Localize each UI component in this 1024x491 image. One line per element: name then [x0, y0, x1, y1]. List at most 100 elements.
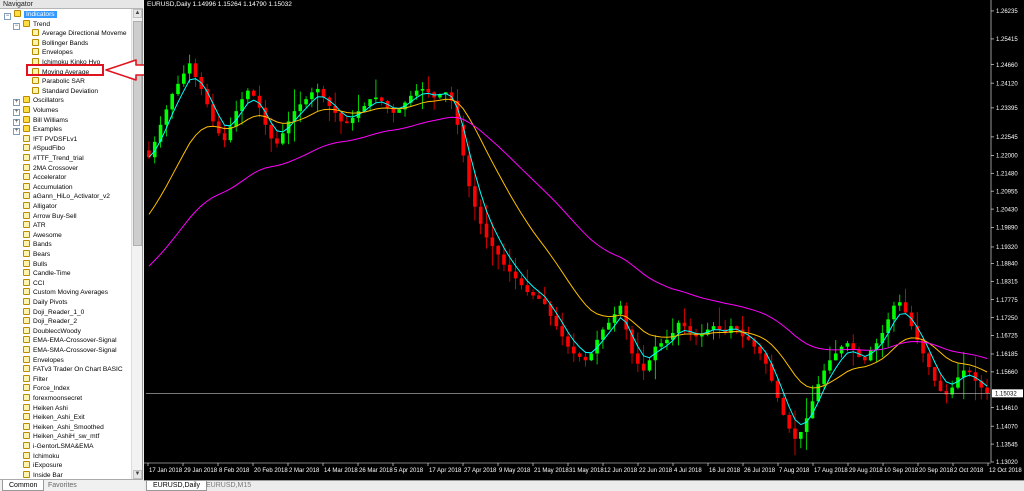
tree-item[interactable]: Envelopes [23, 355, 64, 366]
tree-item[interactable]: Filter [23, 374, 48, 385]
price-tick-label: 1.21480 [996, 171, 1018, 177]
tree-item[interactable]: + Volumes [13, 106, 58, 116]
tree-item[interactable]: Awesome [23, 230, 62, 241]
collapse-icon[interactable]: − [13, 22, 20, 30]
ma-fast-line [148, 78, 988, 426]
time-tick-label: 26 Jul 2018 [744, 468, 776, 474]
indicator-icon [23, 317, 30, 325]
price-tick-label: 1.26235 [996, 9, 1018, 15]
tree-item[interactable]: Heiken_Ashi_Exit [23, 413, 85, 423]
price-tick-label: 1.24120 [996, 81, 1018, 87]
expand-icon[interactable]: + [13, 128, 20, 136]
tree-item[interactable]: EMA-SMA-Crossover-Signal [23, 346, 117, 356]
indicator-icon [23, 470, 30, 478]
folder-icon [23, 106, 30, 113]
tree-item[interactable]: + Bill Williams [13, 115, 68, 126]
folder-icon [23, 125, 30, 133]
tree-item[interactable]: !FT PVDSFLv1 [23, 134, 77, 145]
tree-item[interactable]: Bands [23, 240, 52, 250]
candle [298, 104, 303, 112]
tree-item-label: Ichimoku [33, 452, 60, 460]
tree-item[interactable]: Heiken_AshiH_sw_mtf [23, 432, 99, 442]
tree-item[interactable]: 2MA Crossover [23, 163, 78, 174]
tree-item[interactable]: CCI [23, 278, 44, 289]
tree-item[interactable]: Arrow Buy-Sell [23, 211, 77, 222]
candle [618, 305, 623, 315]
scroll-up-arrow-icon[interactable]: ▲ [133, 9, 142, 18]
tree-item-label: ATR [33, 222, 46, 230]
tree-item[interactable]: Custom Moving Averages [23, 288, 108, 298]
tree-item[interactable]: Doji_Reader_1_0 [23, 307, 84, 318]
scroll-down-arrow-icon[interactable]: ▼ [133, 470, 142, 479]
tree-item[interactable]: #TTF_Trend_trial [23, 154, 84, 164]
tree-item[interactable]: i-GentorLSMA&EMA [23, 442, 93, 452]
tree-item-label: Doji_Reader_2 [33, 318, 77, 326]
candle [374, 97, 378, 100]
tree-item-label: Indicators [24, 11, 57, 18]
tree-item[interactable]: Average Directional Moveme [32, 29, 127, 39]
candle [641, 363, 646, 371]
tree-item[interactable]: forexmoonsecret [23, 394, 82, 404]
tree-item[interactable]: aGann_HiLo_Activator_v2 [23, 192, 110, 202]
tree-item-label: Alligator [33, 203, 57, 210]
candle [507, 264, 512, 272]
tree-item[interactable]: iExposure [23, 461, 62, 471]
tree-item[interactable]: EMA-EMA-Crossover-Signal [23, 336, 117, 346]
candle [368, 99, 372, 107]
collapse-icon[interactable]: − [4, 13, 11, 20]
tree-item[interactable]: Doji_Reader_2 [23, 317, 77, 327]
chart-tab-eurusd-daily[interactable]: EURUSD,Daily [146, 481, 208, 491]
candle [170, 94, 174, 110]
candle [682, 322, 687, 327]
tree-item-label: Heiken Ashi [33, 404, 68, 412]
indicator-icon [23, 240, 30, 248]
tab-common[interactable]: Common [2, 480, 45, 491]
tree-item[interactable]: Inside Bar [23, 470, 63, 479]
tree-item[interactable]: Accumulation [23, 182, 73, 193]
tree-item[interactable]: − Trend [13, 19, 50, 30]
price-tick-label: 1.16725 [996, 334, 1018, 340]
price-chart[interactable]: 1.26235 1.25415 1.24660 1.24120 1.23395 1.225… [144, 0, 1024, 480]
tree-item[interactable]: + Examples [13, 125, 62, 136]
tree-item[interactable]: DoubleccWoody [23, 326, 81, 337]
tree-item-label: Examples [33, 126, 62, 134]
tree-item[interactable]: Bollinger Bands [32, 38, 88, 49]
tree-item[interactable]: Alligator [23, 202, 57, 212]
time-tick-label: 29 Jan 2018 [184, 468, 218, 474]
indicator-icon [23, 192, 30, 200]
price-tick-label: 1.22545 [996, 135, 1018, 141]
tree-item-label: EMA-SMA-Crossover-Signal [33, 347, 117, 354]
indicator-icon [23, 355, 30, 363]
tree-item[interactable]: FATv3 Trader On Chart BASIC [23, 365, 123, 375]
chart-tab-eurusd-m15[interactable]: EURUSD,M15 [200, 481, 257, 491]
tree-item[interactable]: Standard Deviation [32, 86, 98, 97]
tree-item[interactable]: − Indicators [4, 10, 57, 20]
tree-item[interactable]: ATR [23, 221, 46, 231]
tree-item[interactable]: Candle-Time [23, 269, 71, 279]
candle [659, 343, 663, 347]
tab-favorites[interactable]: Favorites [42, 480, 83, 491]
tree-item[interactable]: Heiken Ashi [23, 403, 68, 414]
time-tick-label: 9 May 2018 [499, 468, 531, 474]
tree-item[interactable]: Bears [23, 250, 50, 260]
chart-canvas[interactable]: 1.26235 1.25415 1.24660 1.24120 1.23395 1.225… [144, 0, 1024, 480]
price-tick-label: 1.14070 [996, 424, 1018, 430]
tree-item[interactable]: + Oscillators [13, 96, 64, 107]
indicator-icon [23, 288, 30, 296]
tree-item[interactable]: #SpudFibo [23, 144, 65, 154]
tree-item[interactable]: Envelopes [32, 48, 73, 58]
tree-item[interactable]: Force_Index [23, 384, 70, 394]
tree-item[interactable]: Accelerator [23, 173, 66, 183]
tree-item[interactable]: Parabolic SAR [32, 77, 85, 87]
tree-item[interactable]: Bulls [23, 259, 47, 270]
candle [938, 380, 943, 392]
indicator-icon [23, 365, 30, 373]
tree-item[interactable]: Daily Pivots [23, 298, 67, 308]
tree-item-label: Envelopes [42, 49, 73, 57]
price-tick-label: 1.15660 [996, 370, 1018, 376]
tree-item[interactable]: Ichimoku [23, 451, 60, 462]
candle [420, 88, 425, 91]
tree-item[interactable]: Heiken_Ashi_Smoothed [23, 422, 104, 433]
indicator-icon [23, 230, 30, 238]
candle [310, 92, 314, 100]
